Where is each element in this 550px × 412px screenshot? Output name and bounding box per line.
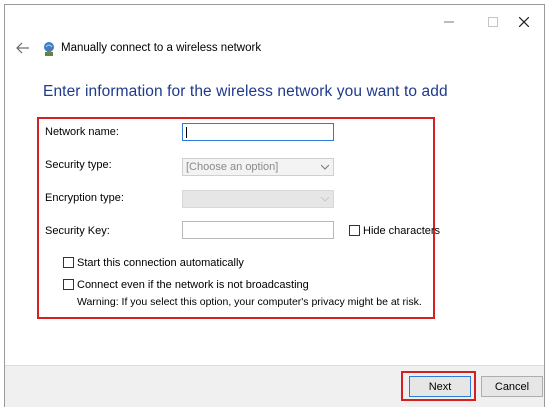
encryption-type-select [182,190,334,208]
next-button[interactable]: Next [409,376,471,397]
close-icon [519,17,529,27]
privacy-warning-text: Warning: If you select this option, your… [77,296,422,308]
hide-characters-checkbox[interactable] [349,225,360,236]
minimize-icon [444,21,454,23]
dialog-title: Manually connect to a wireless network [61,42,262,54]
maximize-button[interactable] [479,11,507,33]
encryption-type-label: Encryption type: [45,192,124,204]
connect-not-broadcasting-label: Connect even if the network is not broad… [77,279,309,291]
security-type-label: Security type: [45,159,112,171]
back-arrow-icon [16,42,29,54]
start-automatically-checkbox[interactable] [63,257,74,268]
wireless-network-icon [40,40,58,58]
security-type-select[interactable]: [Choose an option] [182,158,334,176]
start-automatically-label: Start this connection automatically [77,257,244,269]
chevron-down-icon [321,196,329,202]
back-button[interactable] [15,41,33,57]
connect-not-broadcasting-checkbox[interactable] [63,279,74,290]
maximize-icon [488,17,498,27]
security-type-value: [Choose an option] [186,161,279,173]
chevron-down-icon [321,164,329,170]
close-button[interactable] [510,11,538,33]
minimize-button[interactable] [435,11,463,33]
text-cursor [186,127,187,138]
dialog-window: Manually connect to a wireless network E… [4,4,545,407]
network-name-input[interactable] [182,123,334,141]
cancel-button[interactable]: Cancel [481,376,543,397]
network-name-label: Network name: [45,126,119,138]
hide-characters-label: Hide characters [363,225,441,237]
security-key-label: Security Key: [45,225,110,237]
security-key-input[interactable] [182,221,334,239]
page-heading: Enter information for the wireless netwo… [43,83,448,100]
